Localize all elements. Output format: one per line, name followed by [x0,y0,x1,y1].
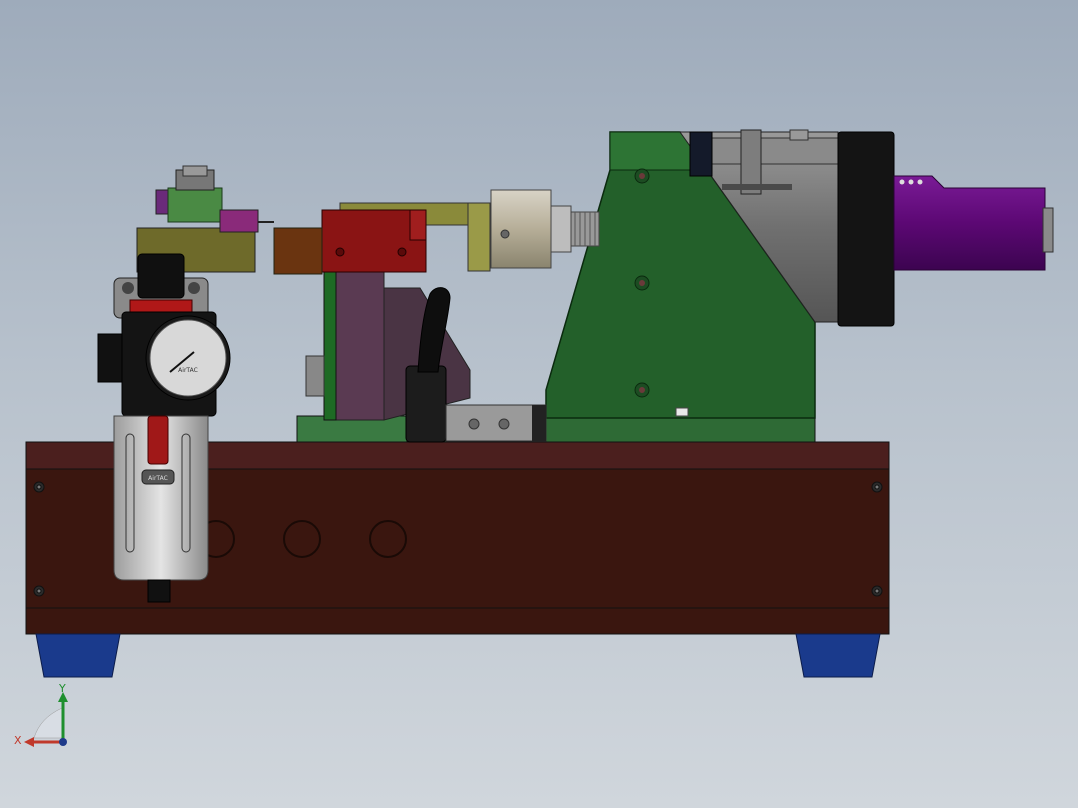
solenoid-valve[interactable] [155,165,274,233]
pressure-gauge-icon: AirTAC [145,315,231,401]
coordinate-triad: Y X [14,684,68,747]
z-axis-dot-icon [59,738,67,746]
slide-block[interactable] [445,404,547,442]
regulator-brand-label: AirTAC [148,475,168,482]
brown-block[interactable] [273,227,323,275]
purple-motor[interactable] [893,175,1054,271]
cad-viewport[interactable]: AirTAC AirTAC [0,0,1078,808]
feet[interactable] [35,633,881,678]
triad-plane-icon [33,707,63,739]
x-axis-label: X [14,734,22,747]
red-block[interactable] [321,209,427,273]
y-axis-label: Y [58,684,66,695]
motor-flange[interactable] [837,131,895,327]
spindle-nut[interactable] [490,189,600,269]
svg-text:AirTAC: AirTAC [178,367,198,374]
